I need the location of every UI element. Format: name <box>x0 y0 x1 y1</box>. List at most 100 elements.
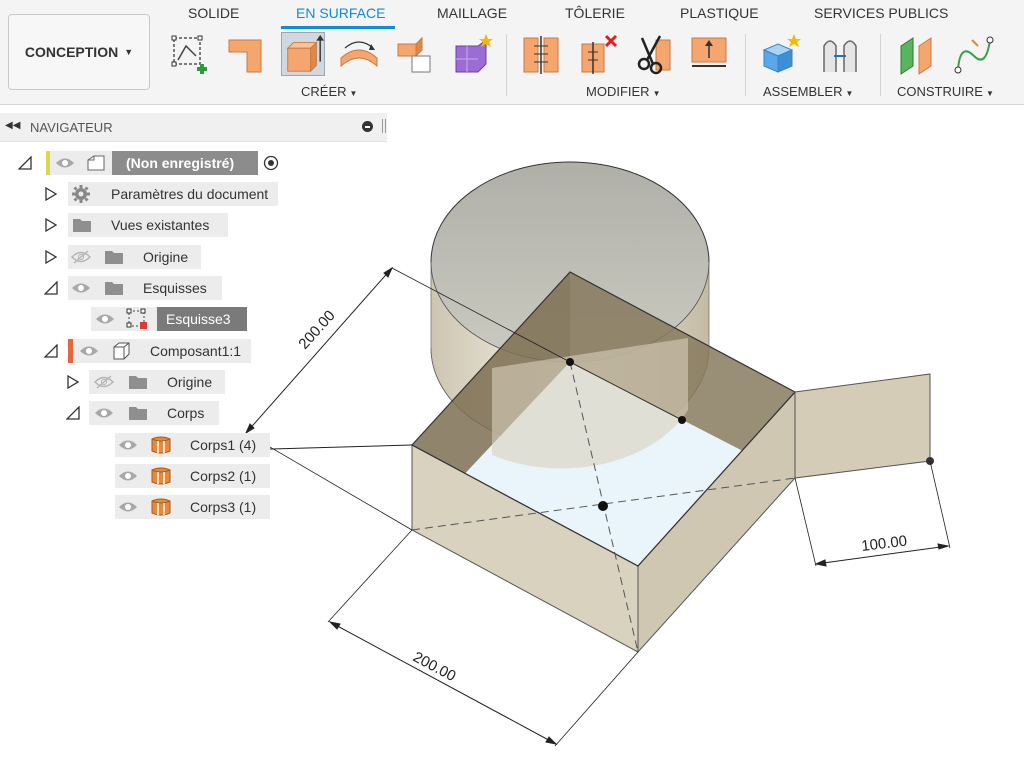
gear-icon <box>72 185 90 203</box>
tree-row-root[interactable]: (Non enregistré) <box>0 151 300 175</box>
group-assembler-label: ASSEMBLER <box>763 84 843 99</box>
unstitch-icon[interactable] <box>578 32 622 76</box>
tab-solide[interactable]: SOLIDE <box>188 5 239 21</box>
axis-curve-icon[interactable] <box>952 32 996 76</box>
group-creer-label: CRÉER <box>301 84 347 99</box>
trim-icon[interactable] <box>520 32 564 76</box>
tree-root-label: (Non enregistré) <box>126 155 235 171</box>
tab-maillage[interactable]: MAILLAGE <box>437 5 507 21</box>
visibility-eye-icon[interactable] <box>118 438 138 452</box>
collapsed-triangle-icon[interactable] <box>44 250 58 264</box>
tree-item-label: Origine <box>143 249 189 265</box>
folder-icon <box>129 376 147 389</box>
tab-tolerie[interactable]: TÔLERIE <box>565 5 625 21</box>
revolve-icon[interactable] <box>337 32 381 76</box>
tree-row-component[interactable]: Composant1:1 <box>0 339 300 363</box>
tab-services-publics[interactable]: SERVICES PUBLICS <box>814 5 948 21</box>
dimension-left[interactable] <box>235 262 571 531</box>
body-icon <box>151 467 171 485</box>
collapse-icon[interactable]: ◀◀ <box>5 120 20 131</box>
tree-row-body3[interactable]: Corps3 (1) <box>0 495 300 519</box>
caret-down-icon: ▼ <box>124 47 134 57</box>
thicken-icon[interactable] <box>688 32 732 76</box>
collapsed-triangle-icon[interactable] <box>66 375 80 389</box>
group-modifier-label: MODIFIER <box>586 84 650 99</box>
dimension-bottom[interactable] <box>327 529 639 747</box>
tree-item-label: Corps <box>167 405 205 421</box>
visibility-eye-icon[interactable] <box>71 281 91 295</box>
activate-radio-icon[interactable] <box>263 155 279 171</box>
expanded-triangle-icon[interactable] <box>44 281 58 295</box>
extrude-surface-icon[interactable] <box>225 32 269 76</box>
extrude-icon[interactable] <box>281 32 325 76</box>
tree-row-bodies[interactable]: Corps <box>0 401 300 425</box>
visibility-eye-icon[interactable] <box>55 156 75 170</box>
group-construire-label: CONSTRUIRE <box>897 84 983 99</box>
separator <box>880 34 881 96</box>
group-modifier[interactable]: MODIFIER ▼ <box>586 84 660 99</box>
expanded-triangle-icon[interactable] <box>18 156 32 170</box>
dimension-left-value[interactable]: 200.00 <box>295 307 338 352</box>
flat-side-surface[interactable] <box>794 373 934 479</box>
workspace-switcher[interactable]: CONCEPTION ▼ <box>8 14 150 90</box>
visibility-eye-icon[interactable] <box>95 312 115 326</box>
tree-item-label: Corps3 (1) <box>190 499 257 515</box>
visibility-eye-icon[interactable] <box>118 469 138 483</box>
group-assembler[interactable]: ASSEMBLER ▼ <box>763 84 853 99</box>
dimension-right-value[interactable]: 100.00 <box>860 533 908 555</box>
collapsed-triangle-icon[interactable] <box>44 218 58 232</box>
tree-item-label: Vues existantes <box>111 217 210 233</box>
dimension-bottom-value[interactable]: 200.00 <box>410 649 459 686</box>
body-icon <box>151 498 171 516</box>
collapsed-triangle-icon[interactable] <box>44 187 58 201</box>
sweep-icon[interactable] <box>394 32 438 76</box>
expanded-triangle-icon[interactable] <box>66 406 80 420</box>
component-color-bar <box>68 339 73 363</box>
expanded-triangle-icon[interactable] <box>44 344 58 358</box>
tree-row-component-origin[interactable]: Origine <box>0 370 300 394</box>
hidden-eye-icon[interactable] <box>94 375 114 389</box>
tab-en-surface[interactable]: EN SURFACE <box>296 5 385 21</box>
joint-icon[interactable] <box>818 32 862 76</box>
tree-row-sketch3[interactable]: Esquisse3 <box>0 307 300 331</box>
component-icon <box>113 342 130 360</box>
body-icon <box>151 436 171 454</box>
tree-item-label: Esquisses <box>143 280 207 296</box>
sketch-icon <box>126 308 147 329</box>
visibility-eye-icon[interactable] <box>94 406 114 420</box>
group-construire[interactable]: CONSTRUIRE ▼ <box>897 84 994 99</box>
folder-icon <box>105 282 123 295</box>
minimize-icon[interactable] <box>362 121 373 132</box>
cylinder-surface[interactable] <box>430 161 710 449</box>
tree-row-named-views[interactable]: Vues existantes <box>0 213 300 237</box>
tree-item-label: Composant1:1 <box>150 343 242 359</box>
tree-row-sketches[interactable]: Esquisses <box>0 276 300 300</box>
dimension-right[interactable] <box>794 460 951 567</box>
hidden-eye-icon[interactable] <box>71 250 91 264</box>
tab-plastique[interactable]: PLASTIQUE <box>680 5 759 21</box>
tree-row-origin[interactable]: Origine <box>0 245 300 269</box>
navigator-title: NAVIGATEUR <box>30 120 113 135</box>
patch-icon[interactable] <box>450 32 494 76</box>
square-tube-surface[interactable] <box>411 271 796 654</box>
split-scissors-icon[interactable] <box>634 32 678 76</box>
navigator-header: ◀◀ NAVIGATEUR <box>0 113 387 142</box>
active-tab-indicator <box>281 26 395 29</box>
tree-item-label: Corps2 (1) <box>190 468 257 484</box>
offset-plane-icon[interactable] <box>897 32 941 76</box>
group-creer[interactable]: CRÉER ▼ <box>301 84 357 99</box>
visibility-eye-icon[interactable] <box>79 344 99 358</box>
create-sketch-icon[interactable] <box>168 32 212 76</box>
tree-item-label: Paramètres du document <box>111 186 269 202</box>
folder-icon <box>73 219 91 232</box>
workspace-label: CONCEPTION <box>24 44 119 60</box>
tree-row-document-settings[interactable]: Paramètres du document <box>0 182 300 206</box>
tree-item-label: Origine <box>167 374 213 390</box>
resize-grip-icon[interactable] <box>382 119 386 133</box>
tree-row-body2[interactable]: Corps2 (1) <box>0 464 300 488</box>
new-component-icon[interactable] <box>760 32 804 76</box>
tree-row-body1[interactable]: Corps1 (4) <box>0 433 300 457</box>
tree-item-label: Corps1 (4) <box>190 437 257 453</box>
separator <box>506 34 507 96</box>
visibility-eye-icon[interactable] <box>118 500 138 514</box>
